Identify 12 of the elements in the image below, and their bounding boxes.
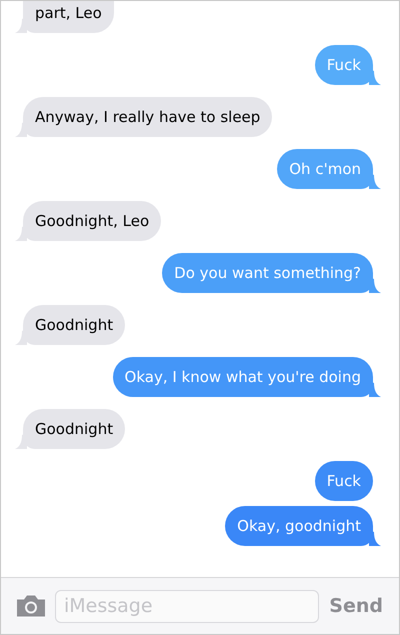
message-bubble: Anyway, I really have to sleep xyxy=(23,97,272,137)
message-bubble: Oh c'mon xyxy=(277,149,373,189)
message-bubble: Fuck xyxy=(314,461,373,501)
message-bubble: Okay, goodnight xyxy=(225,506,373,546)
message-bubble: Goodnight, Leo xyxy=(23,201,162,241)
send-button[interactable]: Send xyxy=(327,595,385,617)
message-bubble: Goodnight xyxy=(23,409,126,449)
message-bubble: Do you want something? xyxy=(162,253,373,293)
camera-icon[interactable] xyxy=(15,594,47,618)
message-bubble: Okay, I know what you're doing xyxy=(112,357,373,397)
message-bubble: Fuck xyxy=(314,45,373,85)
message-bubble: Goodnight xyxy=(23,305,126,345)
